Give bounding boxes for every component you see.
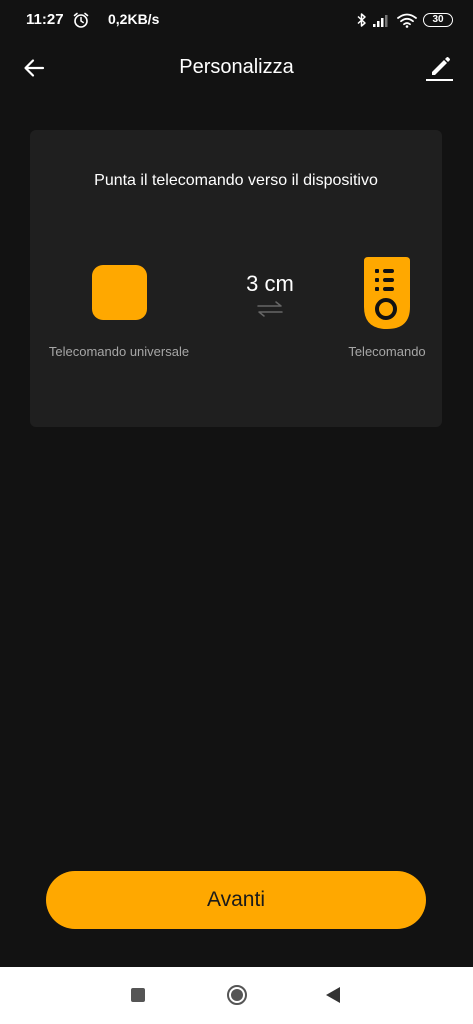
page-title: Personalizza xyxy=(179,56,294,78)
pairing-card: Punta il telecomando verso il dispositiv… xyxy=(30,130,442,427)
universal-remote-label: Telecomando universale xyxy=(48,344,190,359)
swap-arrows-icon xyxy=(257,301,283,317)
recents-square-icon[interactable] xyxy=(131,988,145,1002)
back-triangle-icon[interactable] xyxy=(325,986,341,1004)
edit-button[interactable] xyxy=(421,50,457,86)
battery-icon: 30 xyxy=(423,13,453,27)
signal-icon xyxy=(373,15,388,27)
status-icons: 30 xyxy=(357,10,453,30)
remote-label: Telecomando xyxy=(348,344,426,359)
battery-level: 30 xyxy=(432,14,444,25)
bluetooth-icon xyxy=(357,13,366,27)
edit-pencil-icon xyxy=(426,57,453,81)
status-network-speed: 0,2KB/s xyxy=(108,11,160,27)
status-time: 11:27 xyxy=(26,11,64,28)
distance-value: 3 cm xyxy=(246,271,294,296)
remote-control-icon xyxy=(364,257,410,329)
status-bar: 11:27 0,2KB/s 30 xyxy=(0,0,473,40)
app-bar: Personalizza xyxy=(0,40,473,96)
wifi-icon xyxy=(397,13,417,28)
alarm-icon xyxy=(73,12,89,28)
universal-remote-icon xyxy=(92,265,147,320)
navigation-bar xyxy=(0,967,473,1024)
home-circle-icon[interactable] xyxy=(226,984,248,1006)
card-instruction: Punta il telecomando verso il dispositiv… xyxy=(94,172,378,189)
next-button[interactable]: Avanti xyxy=(46,871,426,929)
